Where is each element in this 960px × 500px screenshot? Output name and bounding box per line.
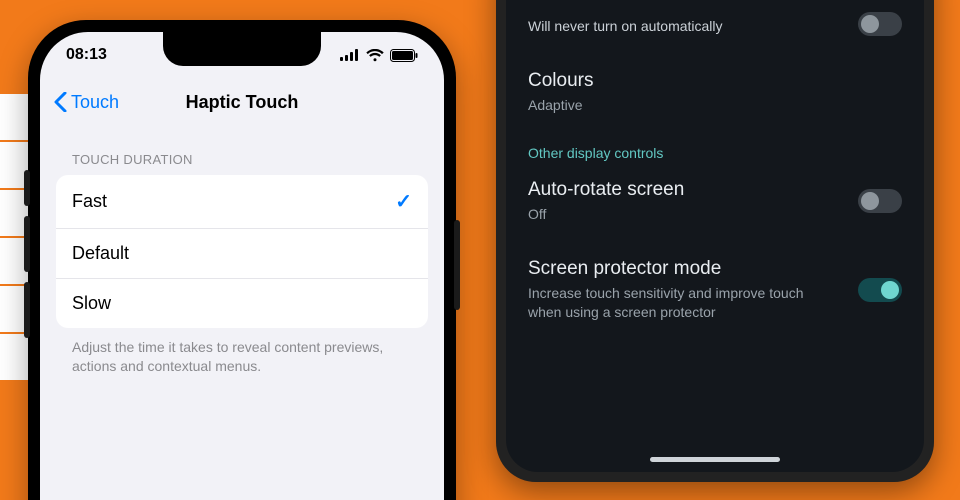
volume-down-button — [24, 282, 30, 338]
setting-title: Screen protector mode — [528, 258, 838, 280]
setting-subtitle: Off — [528, 205, 684, 224]
android-screen: Will never turn on automatically Colours… — [506, 0, 924, 472]
section-label: Other display controls — [528, 131, 902, 161]
nav-bar: Touch Haptic Touch — [40, 78, 444, 126]
setting-row-colours[interactable]: Colours Adaptive — [528, 52, 902, 131]
volume-up-button — [24, 216, 30, 272]
option-label: Slow — [72, 293, 111, 314]
power-button — [454, 220, 460, 310]
back-button[interactable]: Touch — [54, 92, 119, 113]
setting-subtitle: Adaptive — [528, 96, 838, 115]
back-label: Touch — [71, 92, 119, 113]
setting-title: Auto-rotate screen — [528, 179, 684, 201]
cellular-icon — [340, 49, 360, 61]
setting-row-screen-protector[interactable]: Screen protector mode Increase touch sen… — [528, 240, 902, 338]
toggle-partial[interactable] — [858, 12, 902, 36]
status-icons — [340, 49, 418, 62]
section-header: TOUCH DURATION — [56, 142, 428, 175]
option-label: Fast — [72, 191, 107, 212]
wifi-icon — [366, 49, 384, 62]
chevron-left-icon — [54, 92, 67, 112]
option-slow[interactable]: Slow — [56, 279, 428, 328]
option-label: Default — [72, 243, 129, 264]
settings-content: TOUCH DURATION Fast ✓ Default Slow Adjus… — [40, 142, 444, 376]
setting-row-auto-rotate[interactable]: Auto-rotate screen Off — [528, 161, 902, 240]
mute-switch — [24, 170, 30, 206]
setting-subtitle: Increase touch sensitivity and improve t… — [528, 284, 838, 322]
touch-duration-list: Fast ✓ Default Slow — [56, 175, 428, 328]
battery-icon — [390, 49, 418, 62]
setting-title: Colours — [528, 70, 902, 92]
iphone-screen: 08:13 Touch Haptic Touch TOUCH DURATION … — [40, 32, 444, 500]
section-footer: Adjust the time it takes to reveal conte… — [56, 328, 428, 376]
checkmark-icon: ✓ — [395, 189, 412, 214]
option-fast[interactable]: Fast ✓ — [56, 175, 428, 229]
notch — [163, 32, 321, 66]
toggle-auto-rotate[interactable] — [858, 189, 902, 213]
setting-subtitle: Will never turn on automatically — [528, 17, 723, 36]
iphone-frame: 08:13 Touch Haptic Touch TOUCH DURATION … — [28, 20, 456, 500]
toggle-screen-protector[interactable] — [858, 278, 902, 302]
status-time: 08:13 — [66, 46, 107, 64]
gesture-nav-bar[interactable] — [650, 457, 780, 462]
setting-row-partial[interactable]: Will never turn on automatically — [528, 0, 902, 52]
option-default[interactable]: Default — [56, 229, 428, 279]
android-frame: Will never turn on automatically Colours… — [496, 0, 934, 482]
